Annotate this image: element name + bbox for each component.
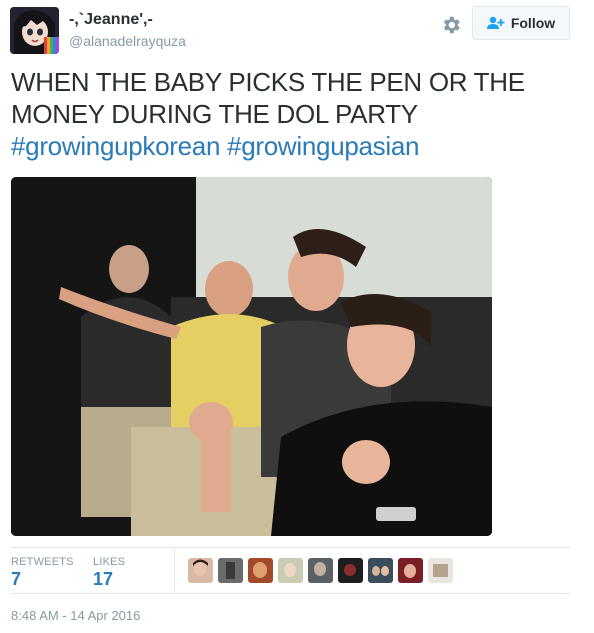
retweets-label[interactable]: RETWEETS [11, 556, 74, 568]
divider [11, 547, 571, 548]
liker-avatar[interactable] [278, 558, 303, 583]
divider [11, 593, 571, 594]
liker-avatar[interactable] [368, 558, 393, 583]
liker-avatar[interactable] [398, 558, 423, 583]
display-name[interactable]: -,`Jeanne',- [69, 11, 153, 29]
hashtag-link[interactable]: #growingupkorean [11, 131, 220, 161]
tweet-text: WHEN THE BABY PICKS THE PEN OR THE MONEY… [11, 66, 571, 162]
add-user-icon [486, 16, 505, 30]
avatar[interactable] [10, 7, 59, 54]
tweet-text-line: WHEN THE BABY PICKS THE PEN OR THE [11, 67, 525, 97]
likes-count[interactable]: 17 [93, 569, 113, 590]
liker-avatar[interactable] [338, 558, 363, 583]
tweet-text-line: MONEY DURING THE DOL PARTY [11, 99, 418, 129]
liker-avatars [188, 558, 453, 583]
liker-avatar[interactable] [308, 558, 333, 583]
tweet-timestamp[interactable]: 8:48 AM - 14 Apr 2016 [11, 608, 140, 623]
liker-avatar[interactable] [428, 558, 453, 583]
retweets-count[interactable]: 7 [11, 569, 21, 590]
liker-avatar[interactable] [188, 558, 213, 583]
tweet-photo[interactable] [11, 177, 492, 536]
follow-button[interactable]: Follow [472, 6, 570, 40]
liker-avatar[interactable] [218, 558, 243, 583]
divider [174, 548, 175, 592]
hashtag-link[interactable]: #growingupasian [227, 131, 419, 161]
likes-label[interactable]: LIKES [93, 556, 125, 568]
gear-icon[interactable] [440, 14, 462, 36]
liker-avatar[interactable] [248, 558, 273, 583]
follow-label: Follow [510, 15, 556, 31]
user-handle[interactable]: @alanadelrayquza [69, 33, 186, 49]
